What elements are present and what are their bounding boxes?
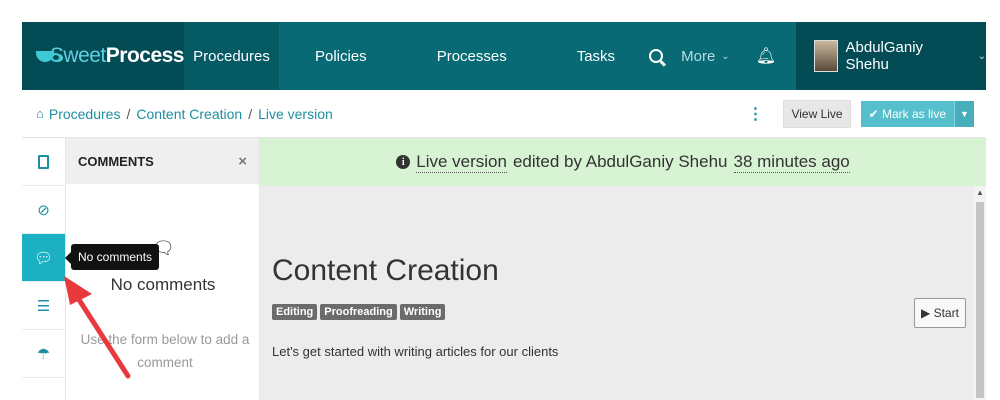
mark-as-live-button-group: ✔ Mark as live ▼ (860, 100, 974, 127)
rail-policies[interactable]: ☂ (22, 330, 65, 378)
comments-title: COMMENTS (78, 153, 154, 169)
mark-as-live-button[interactable]: ✔ Mark as live (860, 100, 954, 127)
rail-comments[interactable]: 💬︎ (22, 234, 65, 282)
rail-history[interactable]: ⊘ (22, 186, 65, 234)
tooltip: No comments (64, 244, 160, 270)
nav-processes[interactable]: Processes (437, 22, 507, 90)
nav-tasks[interactable]: Tasks (577, 22, 615, 90)
breadcrumb: ⌂ Procedures / Content Creation / Live v… (22, 90, 986, 138)
empty-state-title: No comments (110, 275, 216, 294)
more-menu[interactable]: More ⌄ (681, 48, 730, 65)
tag-writing[interactable]: Writing (399, 304, 446, 320)
tag-list: Editing Proofreading Writing (272, 304, 446, 320)
info-icon: i (396, 155, 411, 169)
top-nav: SweetProcess Procedures Policies Process… (22, 22, 986, 90)
tag-proofreading[interactable]: Proofreading (320, 304, 397, 320)
brand-logo[interactable]: SweetProcess (22, 22, 185, 90)
comments-header: COMMENTS × (66, 138, 259, 184)
more-options-icon[interactable]: ⋮ (747, 104, 763, 124)
edited-by-text: edited by AbdulGaniy Shehu (512, 152, 728, 171)
chevron-down-icon: ⌄ (721, 50, 730, 62)
bell-icon[interactable]: 🔔︎ (756, 46, 776, 66)
avatar (814, 40, 838, 72)
rail-document[interactable] (22, 138, 65, 186)
comments-icon: 💬︎ (33, 249, 54, 267)
page-actions: ⋮ View Live ✔ Mark as live ▼ (747, 99, 974, 128)
list-icon: ☰ (36, 297, 51, 315)
tag-editing[interactable]: Editing (272, 304, 318, 320)
view-live-button[interactable]: View Live (783, 99, 851, 128)
procedure-title: Content Creation (272, 254, 499, 287)
umbrella-icon: ☂ (36, 345, 51, 363)
brand-name: SweetProcess (49, 44, 185, 67)
document-icon (38, 154, 49, 169)
user-menu[interactable]: AbdulGaniy Shehu ⌄ (796, 22, 986, 90)
breadcrumb-separator: / (126, 105, 131, 122)
home-icon[interactable]: ⌂ (36, 106, 44, 121)
breadcrumb-content-creation[interactable]: Content Creation (136, 106, 242, 122)
clock-icon: ⊘ (37, 201, 50, 219)
scroll-up-icon[interactable]: ▲ (976, 188, 984, 197)
scrollbar[interactable]: ▲ (974, 186, 986, 400)
version-link[interactable]: Live version (416, 152, 507, 173)
edited-time: 38 minutes ago (733, 151, 850, 173)
user-name: AbdulGaniy Shehu (845, 39, 924, 73)
close-icon[interactable]: × (238, 153, 247, 170)
procedure-description: Let's get started with writing articles … (272, 344, 559, 359)
scrollbar-thumb[interactable] (976, 202, 984, 398)
nav-policies[interactable]: Policies (315, 22, 367, 90)
start-button[interactable]: ▶ Start (914, 298, 966, 328)
breadcrumb-live-version[interactable]: Live version (258, 106, 333, 122)
rail-tasks[interactable]: ☰ (22, 282, 65, 330)
nav-right: More ⌄ 🔔︎ AbdulGaniy Shehu ⌄ (649, 22, 986, 90)
procedure-content: Content Creation Editing Proofreading Wr… (260, 186, 974, 400)
search-icon[interactable] (649, 49, 664, 63)
teacup-logo-icon (36, 48, 61, 64)
side-icon-rail: ⊘ 💬︎ ☰ ☂ (22, 138, 66, 400)
chevron-down-icon: ⌄ (977, 50, 986, 62)
version-banner: i Live version edited by AbdulGaniy Sheh… (260, 138, 986, 186)
breadcrumb-separator: / (248, 105, 253, 122)
empty-state-hint: Use the form below to add a comment (80, 332, 250, 370)
nav-procedures[interactable]: Procedures (184, 22, 279, 90)
breadcrumb-procedures[interactable]: Procedures (49, 106, 121, 122)
caret-down-icon[interactable]: ▼ (954, 100, 974, 127)
